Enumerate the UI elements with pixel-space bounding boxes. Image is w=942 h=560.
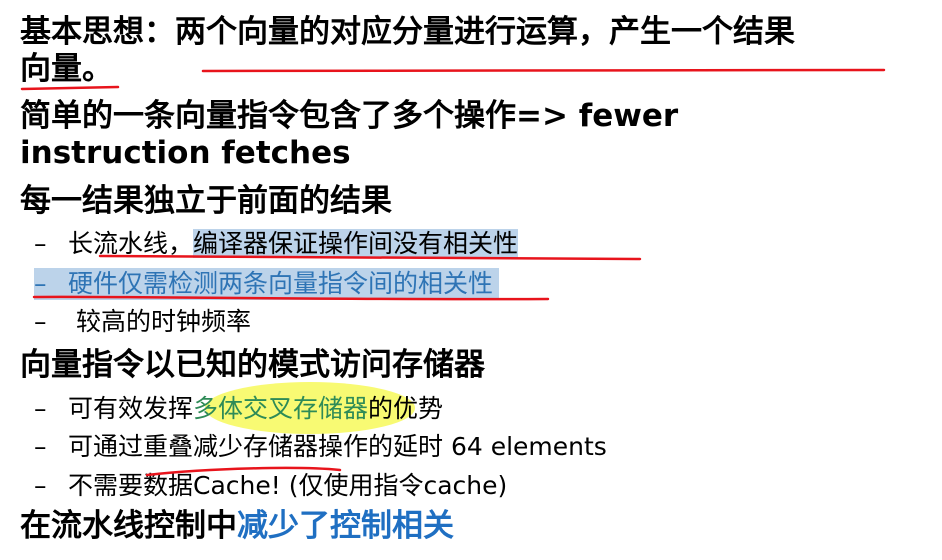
- sub-bullet-no-data-cache-text: 不需要数据Cache! (仅使用指令cache): [68, 471, 508, 500]
- sub-bullet-compiler-guarantee: 编译器保证操作间没有相关性: [193, 229, 519, 258]
- bullet-single-instruction-line2: instruction fetches: [20, 135, 351, 171]
- dash-marker: –: [34, 432, 47, 461]
- bullet-pipeline-control-b: 减少了控制相关: [237, 508, 454, 544]
- bullet-pipeline-control: 在流水线控制中减少了控制相关: [20, 508, 454, 544]
- sub-bullet-overlap-latency-text: 可通过重叠减少存储器操作的延时 64 elements: [68, 432, 607, 461]
- sub-bullet-hardware-check-text: 硬件仅需检测两条向量指令间的相关性: [68, 269, 494, 298]
- sub-bullet-interleaved-memory: – 可有效发挥多体交叉存储器的优势: [34, 393, 443, 425]
- sub-bullet-long-pipeline: – 长流水线，编译器保证操作间没有相关性: [34, 228, 519, 260]
- bullet-single-instruction-line1: 简单的一条向量指令包含了多个操作=> fewer: [20, 98, 679, 134]
- dash-marker: –: [34, 394, 47, 423]
- sub-bullet-interleaved-highlight: 多体交叉存储器: [193, 394, 369, 423]
- red-underline-vector: [20, 85, 120, 91]
- sub-bullet-clock-rate-text: 较高的时钟频率: [68, 307, 251, 336]
- sub-bullet-overlap-latency: – 可通过重叠减少存储器操作的延时 64 elements: [34, 431, 607, 463]
- sub-bullet-hardware-check: – 硬件仅需检测两条向量指令间的相关性: [34, 268, 500, 300]
- dash-marker: –: [34, 307, 47, 336]
- dash-marker: –: [34, 229, 47, 258]
- sub-bullet-interleaved-c: 的优势: [368, 394, 444, 423]
- bullet-basic-idea-line1: 基本思想：两个向量的对应分量进行运算，产生一个结果: [20, 14, 795, 50]
- sub-bullet-interleaved-a: 可有效发挥: [68, 394, 194, 423]
- sub-bullet-no-data-cache: – 不需要数据Cache! (仅使用指令cache): [34, 470, 507, 502]
- dash-marker: –: [34, 269, 47, 298]
- sub-bullet-clock-rate: – 较高的时钟频率: [34, 306, 251, 338]
- bullet-independent-results: 每一结果独立于前面的结果: [20, 183, 392, 219]
- dash-marker: –: [34, 471, 47, 500]
- bullet-memory-access-pattern: 向量指令以已知的模式访问存储器: [20, 347, 485, 383]
- red-underline-result: [201, 68, 886, 73]
- sub-bullet-long-pipeline-text: 长流水线，: [68, 229, 194, 258]
- bullet-pipeline-control-a: 在流水线控制中: [20, 508, 237, 544]
- bullet-basic-idea-line2: 向量。: [20, 51, 113, 87]
